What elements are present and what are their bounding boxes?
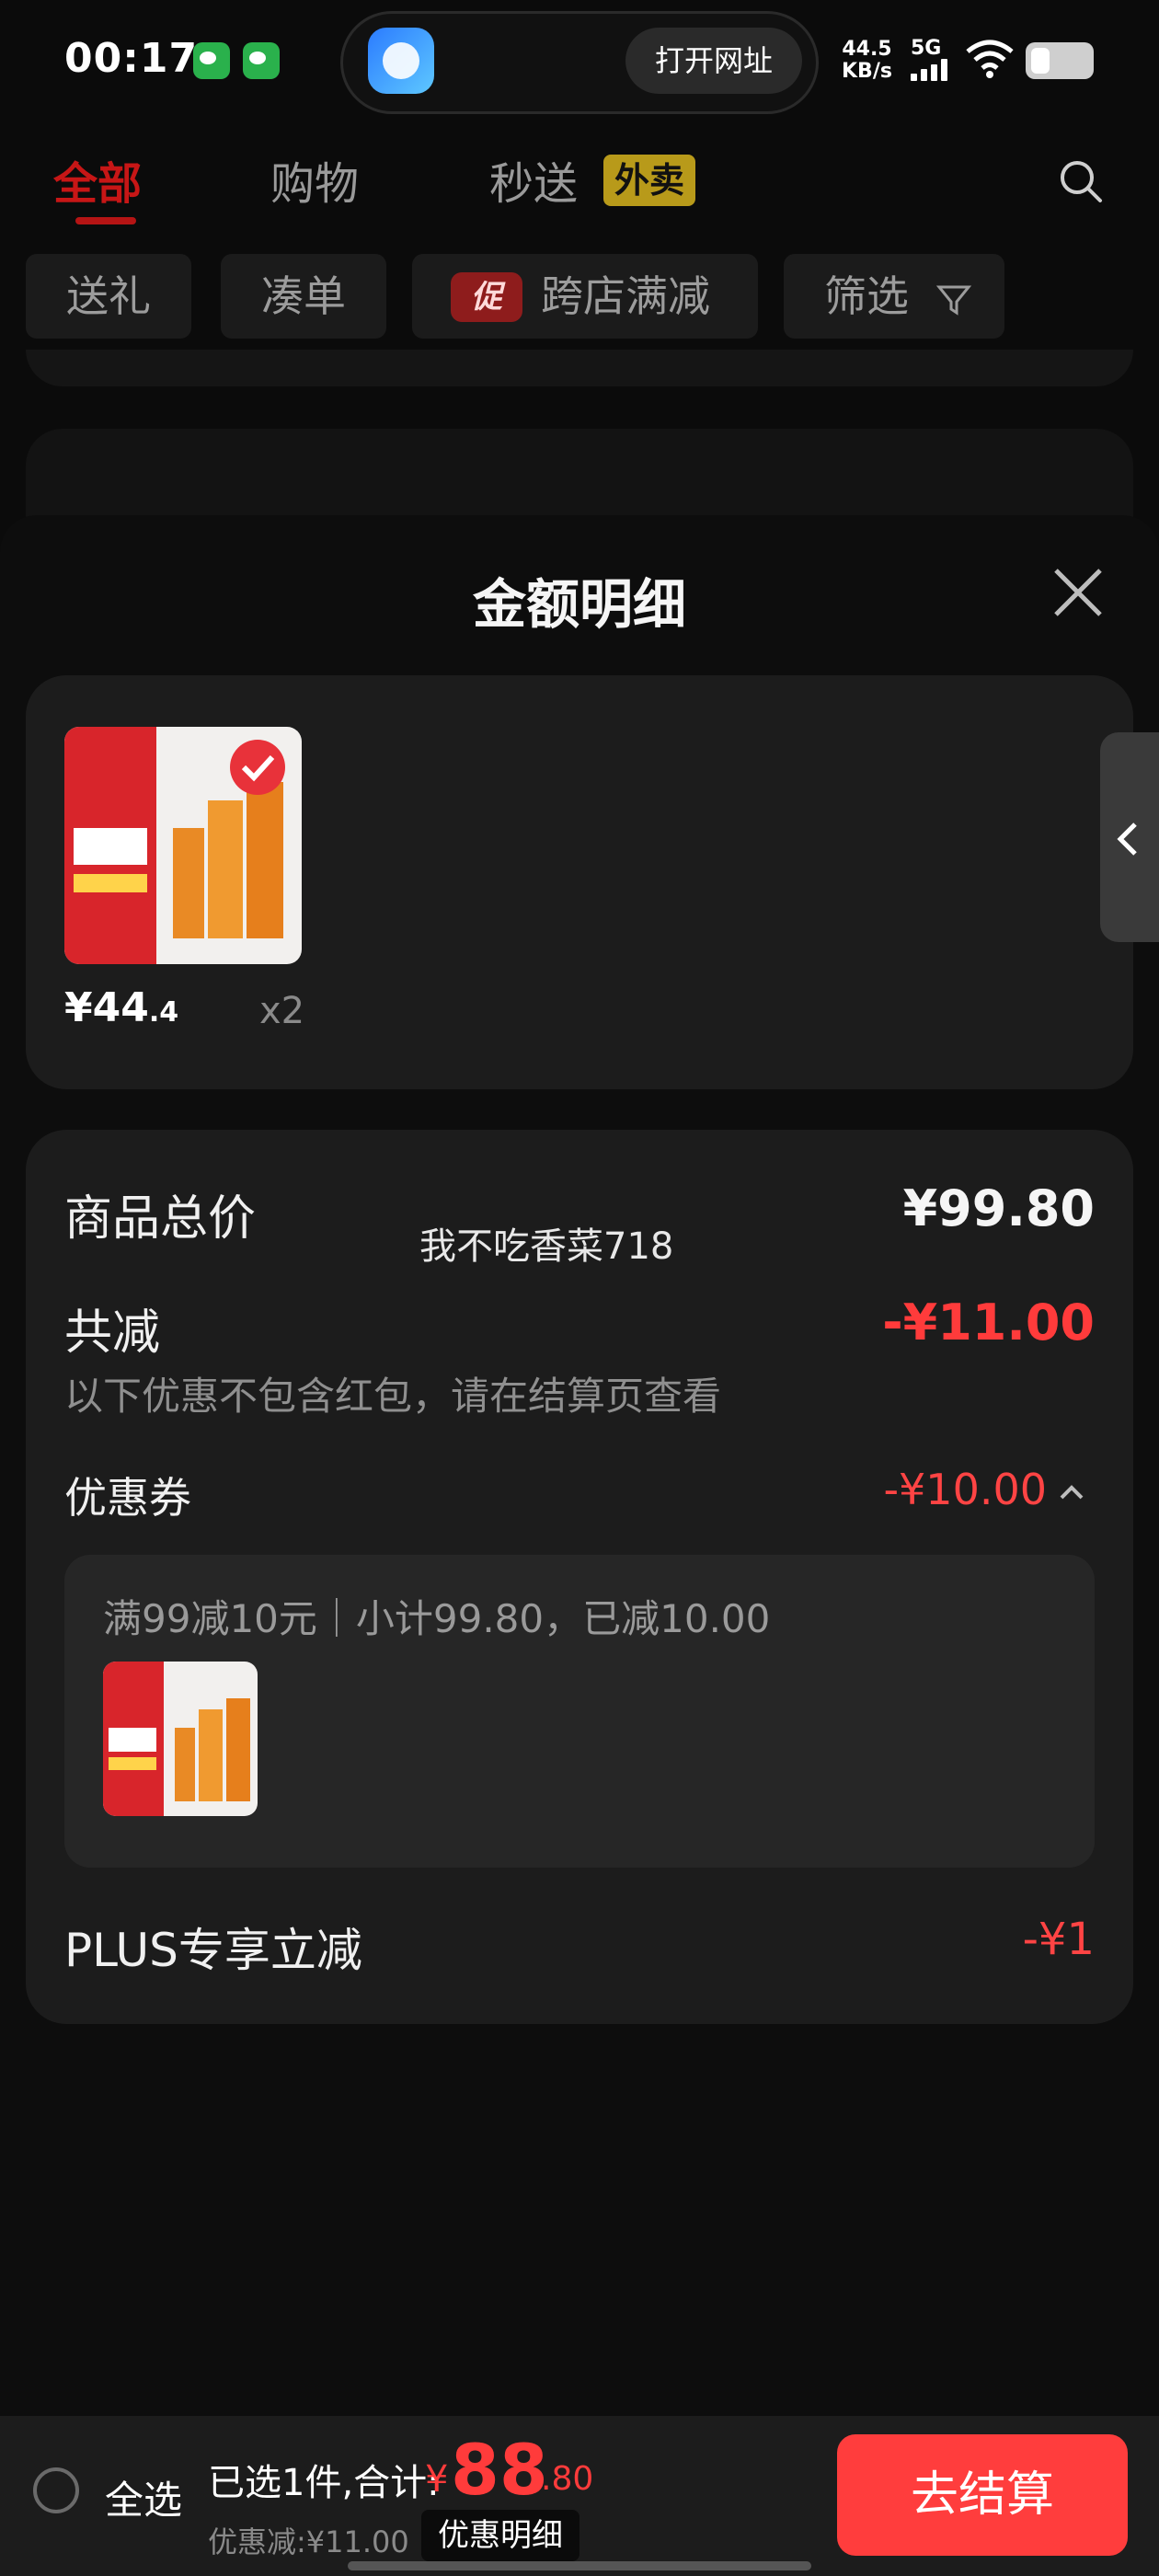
coupon-product-thumbnail-art [103,1662,258,1816]
signal-type: 5G [911,37,942,60]
selected-summary: 已选1件,合计: [208,2462,440,2504]
coupon-value[interactable]: -¥10.00 [828,1465,1047,1514]
net-speed: 44.5 KB/s [842,39,892,83]
filter-chip-filter[interactable]: 筛选 [784,254,1004,339]
promo-badge: 促 [451,272,522,322]
product-price-int: ¥44 [64,984,149,1031]
coupon-description: 满99减10元｜小计99.80，已减10.00 [103,1596,771,1641]
wechat-icon [243,42,280,79]
close-icon[interactable] [1049,563,1107,622]
open-url-button[interactable]: 打开网址 [625,28,802,94]
reduce-note: 以下优惠不包含红包，请在结算页查看 [64,1374,722,1419]
coupon-product-thumbnail [103,1662,258,1816]
coupon-label[interactable]: 优惠券 [64,1465,191,1525]
checkout-button[interactable]: 去结算 [837,2434,1128,2556]
product-price-dec: .4 [148,996,179,1029]
browser-icon[interactable] [368,28,434,94]
sum-integer: 88 [451,2429,548,2511]
select-all-label[interactable]: 全选 [105,2469,182,2525]
product-image-art [64,727,302,964]
background-card [26,350,1133,386]
filter-chip-combine[interactable]: 凑单 [221,254,386,339]
total-reduce-value: -¥11.00 [882,1294,1095,1351]
home-indicator[interactable] [348,2561,811,2570]
filter-chip-gift[interactable]: 送礼 [26,254,191,339]
product-quantity: x2 [259,990,305,1032]
product-image[interactable] [64,727,302,964]
select-all-checkbox[interactable] [33,2467,79,2513]
signal-icon [911,59,951,81]
wechat-icon [193,42,230,79]
filter-chip-filter-label: 筛选 [824,271,909,321]
discount-detail-button[interactable]: 优惠明细 [421,2510,580,2561]
plus-discount-label: PLUS专享立减 [64,1924,362,1977]
filter-chip-cross-store-label: 跨店满减 [541,271,710,321]
total-price-value: ¥99.80 [902,1179,1095,1237]
sum-decimal: .80 [541,2460,594,2498]
discount-summary: 优惠减:¥11.00 [208,2524,409,2559]
battery-icon [1026,42,1094,79]
product-price: ¥44.4 [64,984,178,1031]
tab-seconds[interactable]: 秒送 [489,147,578,212]
status-time: 00:17 [64,35,199,82]
net-speed-value: 44.5 [842,38,892,61]
sheet-title: 金额明细 [472,573,686,636]
sum-currency: ¥ [425,2458,449,2501]
search-icon[interactable] [1058,158,1104,204]
plus-discount-value: -¥1 [1022,1914,1095,1965]
tab-active-indicator [75,217,136,224]
tab-all[interactable]: 全部 [53,147,142,212]
tab-shopping[interactable]: 购物 [270,147,359,212]
total-reduce-label: 共减 [64,1305,161,1361]
chevron-up-icon[interactable] [1058,1483,1085,1501]
filter-icon [935,285,971,316]
total-price-label: 商品总价 [64,1191,257,1247]
chevron-left-icon [1117,822,1137,856]
watermark-text: 我不吃香菜718 [419,1225,674,1268]
takeout-badge: 外卖 [603,155,696,206]
net-speed-unit: KB/s [842,60,892,83]
wifi-icon [966,40,1014,78]
